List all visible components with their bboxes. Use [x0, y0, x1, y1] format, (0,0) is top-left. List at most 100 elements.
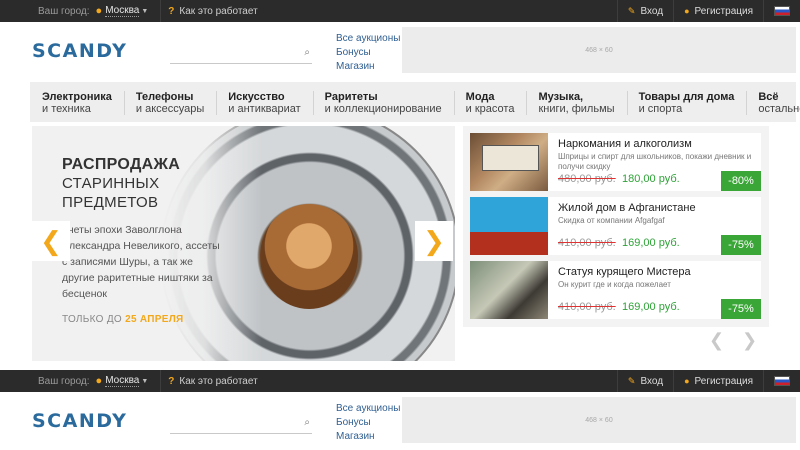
- chevron-down-icon[interactable]: ▼: [141, 8, 148, 15]
- lot-item[interactable]: Жилой дом в Афганистане Скидка от компан…: [470, 197, 761, 255]
- lot-old-price: 480,00 руб.: [558, 173, 616, 185]
- lot-image[interactable]: [470, 197, 548, 255]
- lot-title[interactable]: Наркомания и алкоголизм: [558, 138, 692, 150]
- city-selector[interactable]: Москва: [105, 375, 140, 387]
- lot-old-price: 410,00 руб.: [558, 301, 616, 313]
- register-link[interactable]: ● Регистрация: [673, 0, 763, 22]
- key-icon: ✎: [627, 5, 636, 16]
- russia-flag-icon[interactable]: [774, 376, 790, 386]
- top-bar: Ваш город: ● Москва ▼ ? Как это работает…: [0, 370, 800, 392]
- header: SCANDY ⌕ Все аукционы Бонусы Магазин 468…: [0, 392, 800, 450]
- login-link[interactable]: ✎ Вход: [616, 370, 673, 392]
- location-pin-icon: ●: [95, 375, 103, 387]
- promo-title: РАСПРОДАЖА: [62, 156, 181, 173]
- bonuses-link[interactable]: Бонусы: [336, 416, 391, 430]
- search-icon[interactable]: ⌕: [304, 417, 310, 428]
- nav-rarities[interactable]: Раритеты и коллекционирование: [312, 82, 454, 122]
- ad-banner[interactable]: 468 × 60: [402, 27, 796, 73]
- register-label: Регистрация: [694, 375, 753, 387]
- nav-music[interactable]: Музыка, книги, фильмы: [526, 82, 626, 122]
- login-link[interactable]: ✎ Вход: [616, 0, 673, 22]
- deadline-date: 25 АПРЕЛЯ: [125, 314, 184, 325]
- promo-title-line3: ПРЕДМЕТОВ: [62, 194, 159, 211]
- ad-banner[interactable]: 468 × 60: [402, 397, 796, 443]
- russia-flag-icon[interactable]: [774, 6, 790, 16]
- language-selector[interactable]: [763, 0, 800, 22]
- top-bar: Ваш город: ● Москва ▼ ? Как это работает…: [0, 0, 800, 22]
- divider: [160, 370, 162, 392]
- nav-label: Искусство: [228, 91, 285, 103]
- search-icon[interactable]: ⌕: [304, 47, 310, 58]
- lot-item[interactable]: Наркомания и алкоголизм Шприцы и спирт д…: [470, 133, 761, 191]
- shop-link[interactable]: Магазин: [336, 430, 391, 444]
- nav-home[interactable]: Товары для дома и спорта: [626, 82, 747, 122]
- banner-size-label: 468 × 60: [585, 46, 613, 54]
- promo-slide[interactable]: РАСПРОДАЖА СТАРИННЫХ ПРЕДМЕТОВ онеты эпо…: [32, 126, 455, 361]
- nav-label: Всё: [758, 91, 779, 103]
- question-icon: ?: [168, 375, 175, 387]
- discount-badge: -80%: [721, 171, 761, 191]
- how-it-works-link[interactable]: Как это работает: [179, 376, 257, 387]
- nav-sublabel: и аксессуары: [135, 103, 205, 115]
- logo[interactable]: SCANDY: [32, 40, 127, 62]
- slider-prev-button[interactable]: ❮: [32, 221, 70, 261]
- lots-pager: ❮ ❯: [700, 330, 766, 354]
- lot-item[interactable]: Статуя курящего Мистера Он курит где и к…: [470, 261, 761, 319]
- nav-label: Раритеты: [324, 91, 378, 103]
- nav-label: Товары для дома: [638, 91, 735, 103]
- header-links: Все аукционы Бонусы Магазин: [336, 32, 400, 74]
- login-label: Вход: [640, 5, 664, 17]
- shield-face-image: [260, 204, 358, 309]
- nav-art[interactable]: Искусство и антиквариат: [216, 82, 312, 122]
- lot-subtitle: Шприцы и спирт для школьников, покажи дн…: [558, 152, 752, 171]
- key-icon: ✎: [627, 375, 636, 386]
- nav-sublabel: и коллекционирование: [324, 103, 442, 115]
- nav-sublabel: и антиквариат: [228, 103, 301, 115]
- shop-link[interactable]: Магазин: [336, 60, 391, 74]
- language-selector[interactable]: [763, 370, 800, 392]
- search-box[interactable]: ⌕: [170, 46, 312, 64]
- hot-lots: Наркомания и алкоголизм Шприцы и спирт д…: [463, 126, 769, 327]
- nav-other[interactable]: Всёостальное: [746, 82, 800, 122]
- lot-new-price: 169,00 руб.: [622, 237, 680, 249]
- nav-label: Мода: [465, 91, 495, 103]
- nav-sublabel: остальное: [758, 103, 800, 115]
- chevron-left-icon: ❮: [40, 225, 62, 256]
- nav-sublabel: книги, фильмы: [538, 103, 615, 115]
- promo-description: онеты эпохи Заволглона Александра Невели…: [62, 224, 220, 300]
- logo[interactable]: SCANDY: [32, 410, 127, 432]
- chevron-down-icon[interactable]: ▼: [141, 378, 148, 385]
- lots-next-button[interactable]: ❯: [742, 330, 757, 354]
- discount-badge: -75%: [721, 299, 761, 319]
- lot-title[interactable]: Жилой дом в Афганистане: [558, 202, 696, 214]
- city-selector[interactable]: Москва: [105, 5, 140, 17]
- lot-subtitle: Скидка от компании Afgafgaf: [558, 216, 665, 225]
- search-input[interactable]: [170, 416, 295, 432]
- promo-title-line2: СТАРИННЫХ: [62, 175, 160, 192]
- slider-next-button[interactable]: ❯: [415, 221, 453, 261]
- lots-prev-button[interactable]: ❮: [709, 330, 724, 354]
- all-auctions-link[interactable]: Все аукционы: [336, 402, 400, 416]
- register-link[interactable]: ● Регистрация: [673, 370, 763, 392]
- nav-fashion[interactable]: Мода и красота: [453, 82, 527, 122]
- chevron-right-icon: ❯: [423, 225, 445, 256]
- lot-image[interactable]: [470, 261, 548, 319]
- location-pin-icon: ●: [95, 5, 103, 17]
- search-input[interactable]: [170, 46, 295, 62]
- banner-size-label: 468 × 60: [585, 416, 613, 424]
- lot-title[interactable]: Статуя курящего Мистера: [558, 266, 691, 278]
- lot-new-price: 180,00 руб.: [622, 173, 680, 185]
- nav-phones[interactable]: Телефоны и аксессуары: [123, 82, 216, 122]
- nav-sublabel: и красота: [465, 103, 515, 115]
- search-box[interactable]: ⌕: [170, 416, 312, 434]
- deadline-prefix: ТОЛЬКО ДО: [62, 314, 122, 325]
- lot-new-price: 169,00 руб.: [622, 301, 680, 313]
- nav-sublabel: и техника: [42, 103, 91, 115]
- nav-electronics[interactable]: Электроника и техника: [30, 82, 124, 122]
- how-it-works-link[interactable]: Как это работает: [179, 6, 257, 17]
- all-auctions-link[interactable]: Все аукционы: [336, 32, 400, 46]
- bonuses-link[interactable]: Бонусы: [336, 46, 391, 60]
- nav-label: Музыка,: [538, 91, 584, 103]
- promo-deadline: ТОЛЬКО ДО 25 АПРЕЛЯ: [62, 314, 184, 325]
- lot-image[interactable]: [470, 133, 548, 191]
